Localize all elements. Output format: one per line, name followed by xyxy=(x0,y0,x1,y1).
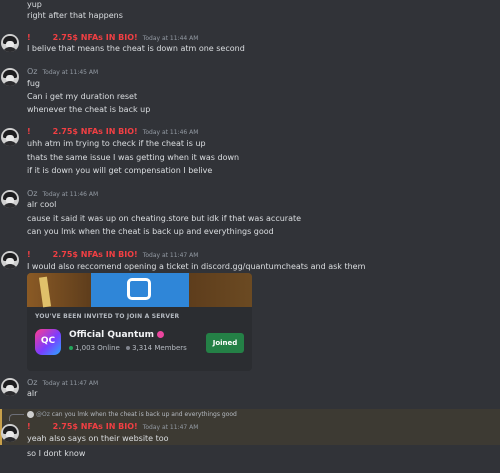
message-header: Oz Today at 11:47 AM xyxy=(27,378,98,389)
message-line: yeah also says on their website too xyxy=(27,434,169,443)
username[interactable]: 2.75$ NFAs IN BIO! xyxy=(53,422,138,431)
message-line: whenever the cheat is back up xyxy=(27,105,151,114)
reply-text: can you lmk when the cheat is back up an… xyxy=(51,411,237,418)
timestamp: Today at 11:46 AM xyxy=(142,129,199,136)
reply-avatar-icon xyxy=(27,411,34,418)
online-count: 1,003 Online xyxy=(75,344,120,352)
server-name-text: Official Quantum xyxy=(69,330,155,340)
reply-username[interactable]: @Oz xyxy=(36,411,50,418)
invite-title: YOU'VE BEEN INVITED TO JOIN A SERVER xyxy=(35,313,180,320)
reply-spine-icon xyxy=(9,414,24,421)
timestamp: Today at 11:47 AM xyxy=(42,380,99,387)
members-dot-icon xyxy=(126,346,131,350)
username[interactable]: 2.75$ NFAs IN BIO! xyxy=(53,127,138,136)
username-prefix: ! xyxy=(27,33,31,42)
username[interactable]: 2.75$ NFAs IN BIO! xyxy=(53,250,138,259)
member-count: 3,314 Members xyxy=(132,344,187,352)
avatar[interactable] xyxy=(1,378,19,396)
message-line: uhh atm im trying to check if the cheat … xyxy=(27,139,206,148)
message-line: can you lmk when the cheat is back up an… xyxy=(27,227,274,236)
avatar[interactable] xyxy=(1,34,19,52)
message-header: Oz Today at 11:46 AM xyxy=(27,189,98,200)
username[interactable]: 2.75$ NFAs IN BIO! xyxy=(53,33,138,42)
timestamp: Today at 11:45 AM xyxy=(42,69,99,76)
message-line: so I dont know xyxy=(27,449,86,458)
server-invite-card: YOU'VE BEEN INVITED TO JOIN A SERVER QC … xyxy=(27,273,252,371)
message-header: ! 2.75$ NFAs IN BIO! Today at 11:44 AM xyxy=(27,33,198,44)
message-line: thats the same issue I was getting when … xyxy=(27,153,240,162)
message-line: cause it said it was up on cheating.stor… xyxy=(27,214,302,223)
message-line: alr xyxy=(27,389,38,398)
reply-preview[interactable]: @Oz can you lmk when the cheat is back u… xyxy=(27,411,237,418)
username-prefix: ! xyxy=(27,127,31,136)
message-header: ! 2.75$ NFAs IN BIO! Today at 11:47 AM xyxy=(27,422,198,433)
username[interactable]: Oz xyxy=(27,378,38,387)
message-line: yup xyxy=(27,0,42,9)
message-header: Oz Today at 11:45 AM xyxy=(27,67,98,78)
message-header: ! 2.75$ NFAs IN BIO! Today at 11:46 AM xyxy=(27,127,198,138)
avatar[interactable] xyxy=(1,128,19,146)
joined-button[interactable]: Joined xyxy=(206,333,244,353)
avatar[interactable] xyxy=(1,251,19,269)
server-icon[interactable]: QC xyxy=(35,329,61,355)
message-line: I would also reccomend opening a ticket … xyxy=(27,262,366,271)
avatar[interactable] xyxy=(1,190,19,208)
invite-banner xyxy=(27,273,252,308)
avatar[interactable] xyxy=(1,68,19,86)
username-prefix: ! xyxy=(27,422,31,431)
server-icon-text: QC xyxy=(40,336,56,346)
avatar[interactable] xyxy=(1,424,19,442)
timestamp: Today at 11:47 AM xyxy=(142,252,199,259)
online-dot-icon xyxy=(69,346,73,350)
message-line: I belive that means the cheat is down at… xyxy=(27,44,245,53)
message-line: Can i get my duration reset xyxy=(27,92,138,101)
message-line: alr cool xyxy=(27,200,57,209)
quantum-logo-icon xyxy=(127,278,151,300)
timestamp: Today at 11:46 AM xyxy=(42,191,99,198)
username[interactable]: Oz xyxy=(27,67,38,76)
message-header: ! 2.75$ NFAs IN BIO! Today at 11:47 AM xyxy=(27,250,198,261)
message-line: fug xyxy=(27,79,40,88)
partner-badge-icon xyxy=(157,331,165,338)
server-stats: 1,003 Online 3,314 Members xyxy=(69,344,187,352)
server-name[interactable]: Official Quantum xyxy=(69,330,165,340)
username[interactable]: Oz xyxy=(27,189,38,198)
message-line: if it is down you will get compensation … xyxy=(27,166,213,175)
username-prefix: ! xyxy=(27,250,31,259)
message-line: right after that happens xyxy=(27,11,123,20)
timestamp: Today at 11:44 AM xyxy=(142,35,199,42)
timestamp: Today at 11:47 AM xyxy=(142,424,199,431)
